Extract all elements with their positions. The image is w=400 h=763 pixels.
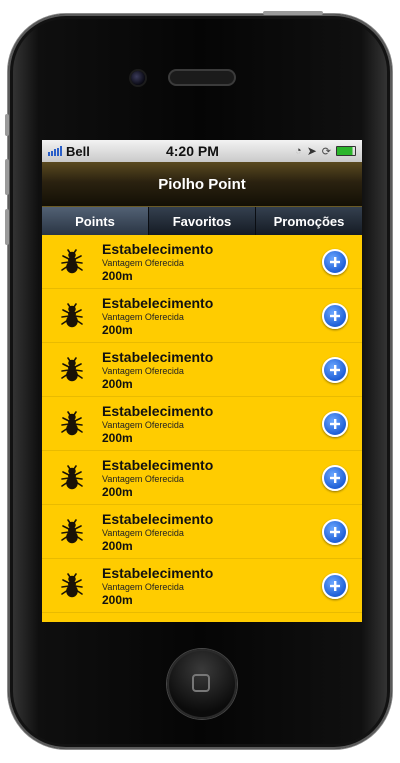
row-text: Estabelecimento Vantagem Oferecida 200m xyxy=(102,511,322,553)
item-distance: 200m xyxy=(102,592,133,607)
row-text: Estabelecimento Vantagem Oferecida 200m xyxy=(102,457,322,499)
add-circle-icon[interactable] xyxy=(322,464,348,491)
list-item[interactable]: Estabelecimento Vantagem Oferecida 200m xyxy=(42,505,362,559)
row-text: Estabelecimento Vantagem Oferecida 200m xyxy=(102,349,322,391)
alarm-icon: ◔ xyxy=(295,145,302,157)
louse-icon xyxy=(42,410,102,437)
status-bar: Bell 4:20 PM ◔ ➤ ⟳ xyxy=(42,140,362,162)
tab-label: Favoritos xyxy=(172,213,232,229)
list-item[interactable]: Estabelecimento Vantagem Oferecida 200m xyxy=(42,343,362,397)
louse-icon xyxy=(42,464,102,491)
louse-icon xyxy=(42,572,102,599)
home-square-icon xyxy=(192,674,210,692)
tab-favoritos[interactable]: Favoritos xyxy=(149,207,256,235)
item-subtitle: Vantagem Oferecida xyxy=(102,581,184,592)
tab-points[interactable]: Points xyxy=(42,207,149,235)
battery-icon xyxy=(335,146,356,156)
front-camera xyxy=(131,71,145,85)
tab-bar: Points Favoritos Promoções xyxy=(42,207,362,235)
carrier-label: Bell xyxy=(66,143,90,159)
louse-icon xyxy=(42,302,102,329)
status-left: Bell xyxy=(48,144,90,159)
mute-switch xyxy=(5,114,9,136)
item-title: Estabelecimento xyxy=(102,402,214,419)
item-distance: 200m xyxy=(102,322,133,337)
item-distance: 200m xyxy=(102,538,133,553)
item-distance: 200m xyxy=(102,484,133,499)
item-title: Estabelecimento xyxy=(102,240,214,257)
add-circle-icon[interactable] xyxy=(322,572,348,599)
item-distance: 200m xyxy=(102,430,133,445)
add-circle-icon[interactable] xyxy=(322,356,348,383)
status-time: 4:20 PM xyxy=(165,143,219,159)
list-item[interactable]: Estabelecimento Vantagem Oferecida 200m xyxy=(42,289,362,343)
item-title: Estabelecimento xyxy=(102,294,214,311)
item-title: Estabelecimento xyxy=(102,564,214,581)
power-button xyxy=(263,11,323,15)
row-text: Estabelecimento Vantagem Oferecida 200m xyxy=(102,295,322,337)
item-distance: 200m xyxy=(102,376,133,391)
item-subtitle: Vantagem Oferecida xyxy=(102,527,184,538)
item-subtitle: Vantagem Oferecida xyxy=(102,473,184,484)
list-item[interactable]: Estabelecimento Vantagem Oferecida 200m xyxy=(42,397,362,451)
status-right: ◔ ➤ ⟳ xyxy=(295,144,356,158)
item-title: Estabelecimento xyxy=(102,456,214,473)
tab-label: Points xyxy=(75,213,115,229)
item-title: Estabelecimento xyxy=(102,510,214,527)
list-item[interactable]: Estabelecimento Vantagem Oferecida 200m xyxy=(42,235,362,289)
item-distance: 200m xyxy=(102,268,133,283)
signal-bars-icon xyxy=(48,146,62,156)
home-button[interactable] xyxy=(167,649,237,719)
item-subtitle: Vantagem Oferecida xyxy=(102,257,184,268)
page-title: Piolho Point xyxy=(158,175,246,193)
item-subtitle: Vantagem Oferecida xyxy=(102,419,184,430)
earpiece-speaker xyxy=(168,69,236,86)
list-item[interactable]: Estabelecimento Vantagem Oferecida 200m xyxy=(42,451,362,505)
louse-icon xyxy=(42,518,102,545)
tab-label: Promoções xyxy=(273,213,345,229)
volume-up-button xyxy=(5,159,9,195)
tab-promocoes[interactable]: Promoções xyxy=(256,207,362,235)
screen: Bell 4:20 PM ◔ ➤ ⟳ Piolho Point Points F… xyxy=(42,140,362,622)
louse-icon xyxy=(42,356,102,383)
establishment-list: Estabelecimento Vantagem Oferecida 200m … xyxy=(42,235,362,622)
add-circle-icon[interactable] xyxy=(322,248,348,275)
volume-down-button xyxy=(5,209,9,245)
add-circle-icon[interactable] xyxy=(322,302,348,329)
location-arrow-icon: ➤ xyxy=(306,144,317,158)
list-item[interactable]: Estabelecimento Vantagem Oferecida 200m xyxy=(42,559,362,613)
navigation-bar: Piolho Point xyxy=(42,162,362,207)
add-circle-icon[interactable] xyxy=(322,410,348,437)
item-subtitle: Vantagem Oferecida xyxy=(102,311,184,322)
item-title: Estabelecimento xyxy=(102,348,214,365)
row-text: Estabelecimento Vantagem Oferecida 200m xyxy=(102,403,322,445)
louse-icon xyxy=(42,248,102,275)
item-subtitle: Vantagem Oferecida xyxy=(102,365,184,376)
rotation-lock-icon: ⟳ xyxy=(321,145,331,158)
row-text: Estabelecimento Vantagem Oferecida 200m xyxy=(102,565,322,607)
add-circle-icon[interactable] xyxy=(322,518,348,545)
row-text: Estabelecimento Vantagem Oferecida 200m xyxy=(102,241,322,283)
